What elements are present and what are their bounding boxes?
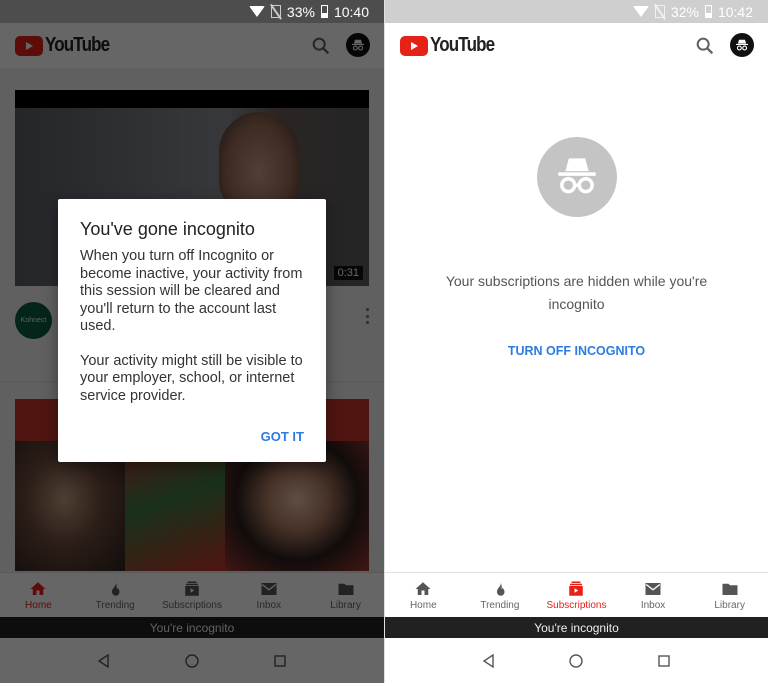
- no-sim-icon: [270, 5, 281, 18]
- nav-library[interactable]: Library: [691, 573, 768, 617]
- back-icon[interactable]: [481, 653, 497, 669]
- library-icon: [722, 583, 738, 595]
- recents-icon[interactable]: [656, 653, 672, 669]
- system-nav-bar: [385, 638, 768, 683]
- nav-trending[interactable]: Trending: [462, 573, 539, 617]
- incognito-illustration: [537, 137, 617, 217]
- nav-label: Home: [409, 599, 437, 611]
- youtube-logo[interactable]: YouTube: [400, 34, 506, 57]
- battery-icon: [320, 5, 328, 18]
- home-circle-icon[interactable]: [568, 653, 584, 669]
- search-button[interactable]: [694, 35, 716, 57]
- nav-inbox[interactable]: Inbox: [615, 573, 692, 617]
- nav-home[interactable]: Home: [385, 573, 462, 617]
- right-screen: 32% 10:42 YouTube Your subscriptions are…: [384, 0, 768, 683]
- nav-label: Inbox: [640, 599, 666, 611]
- nav-label: Library: [714, 599, 745, 611]
- clock: 10:40: [333, 3, 369, 20]
- wifi-icon: [632, 6, 649, 17]
- got-it-button[interactable]: GOT IT: [261, 429, 304, 444]
- no-sim-icon: [654, 5, 665, 18]
- dialog-body: Your activity might still be visible to …: [80, 352, 303, 404]
- app-bar: YouTube: [385, 23, 768, 68]
- left-screen: YouTube 0:31 Kohnect Home Trend: [0, 0, 384, 683]
- nav-label: Trending: [480, 599, 520, 611]
- youtube-play-icon: [400, 35, 428, 56]
- search-icon: [696, 37, 714, 55]
- status-bar: 33% 10:40: [0, 0, 384, 23]
- dialog-body: When you turn off Incognito or become in…: [80, 248, 303, 334]
- app-title: YouTube: [430, 34, 495, 56]
- bottom-nav: Home Trending Subscriptions Inbox Librar…: [385, 572, 768, 617]
- home-icon: [415, 581, 431, 595]
- battery-percent: 32%: [670, 3, 699, 20]
- nav-label: Subscriptions: [546, 599, 607, 611]
- battery-percent: 33%: [286, 3, 315, 20]
- battery-icon: [704, 5, 712, 18]
- status-bar: 32% 10:42: [385, 0, 768, 23]
- empty-state-message: Your subscriptions are hidden while you'…: [445, 273, 708, 312]
- subscriptions-empty-state: Your subscriptions are hidden while you'…: [385, 68, 768, 572]
- clock: 10:42: [717, 3, 753, 20]
- incognito-icon: [558, 158, 596, 194]
- incognito-icon: [736, 39, 748, 51]
- incognito-account-button[interactable]: [730, 33, 754, 57]
- incognito-dialog: You've gone incognito When you turn off …: [58, 199, 326, 462]
- incognito-banner: You're incognito: [385, 617, 768, 638]
- dialog-title: You've gone incognito: [80, 219, 255, 239]
- subscriptions-icon: [569, 581, 584, 596]
- wifi-icon: [248, 6, 265, 17]
- nav-subscriptions[interactable]: Subscriptions: [538, 573, 615, 617]
- trending-icon: [496, 581, 505, 596]
- turn-off-incognito-button[interactable]: TURN OFF INCOGNITO: [385, 344, 768, 358]
- inbox-icon: [645, 582, 661, 595]
